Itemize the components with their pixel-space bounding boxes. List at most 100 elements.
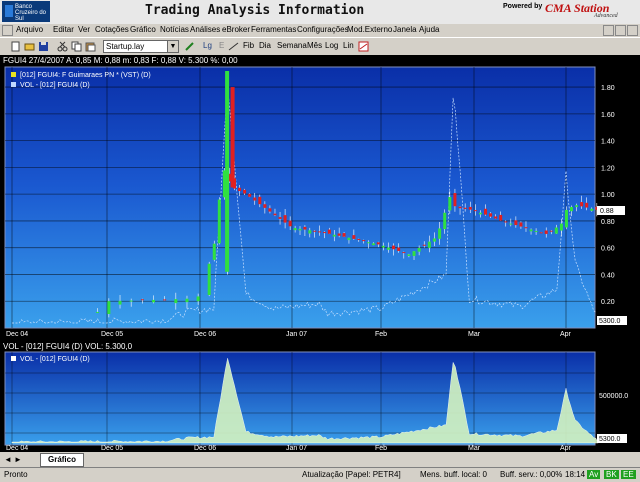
candle-body: [494, 216, 498, 219]
toolbar-log-button[interactable]: Log: [325, 41, 338, 50]
candle-body: [140, 299, 144, 301]
candle-body: [554, 227, 558, 234]
candle-body: [174, 299, 178, 304]
vol-lower-legend-swatch: [11, 356, 16, 361]
price-tick-label: 1.80: [601, 85, 615, 92]
candle-body: [96, 311, 99, 313]
menu-ebroker[interactable]: eBroker: [222, 25, 250, 34]
cut-icon[interactable]: [57, 41, 68, 52]
pencil-icon[interactable]: [184, 41, 195, 52]
candle-body: [185, 298, 189, 303]
candle-body: [293, 228, 297, 231]
layout-select-value: Startup.lay: [106, 42, 145, 51]
toolbar-dia-button[interactable]: Dia: [259, 41, 271, 50]
line-tool-icon[interactable]: [228, 41, 239, 52]
price-tick-label: 1.40: [601, 139, 615, 146]
paste-icon[interactable]: [85, 41, 96, 52]
new-file-icon[interactable]: [10, 41, 21, 52]
tab-scroll-right-icon[interactable]: ►: [14, 455, 22, 464]
menu-editar[interactable]: Editar: [53, 25, 74, 34]
candle-body: [118, 300, 122, 305]
status-flag-bk: BK: [604, 470, 619, 479]
time-tick-label: Feb: [375, 331, 387, 338]
status-flag-ee: EE: [621, 470, 636, 479]
status-ready: Pronto: [4, 470, 28, 479]
toolbar-semana-button[interactable]: Semana: [277, 41, 307, 50]
price-tick-label: 1.20: [601, 165, 615, 172]
candle-body: [332, 234, 336, 237]
candle-body: [352, 235, 356, 239]
candle-body: [268, 208, 272, 212]
candle-body: [278, 217, 282, 219]
time-tick-label: Mar: [468, 331, 481, 338]
toolbar-fib-button[interactable]: Fib: [243, 41, 254, 50]
menu-ver[interactable]: Ver: [78, 25, 90, 34]
menu-janela[interactable]: Janela: [393, 25, 417, 34]
candle-body: [217, 199, 221, 244]
tab-grafico[interactable]: Gráfico: [40, 453, 84, 467]
restore-icon[interactable]: [615, 25, 626, 36]
save-icon[interactable]: [38, 41, 49, 52]
menu-analises[interactable]: Análises: [190, 25, 220, 34]
candle-body: [362, 240, 366, 242]
spike-candle-red: [230, 87, 235, 188]
candle-body: [207, 263, 211, 296]
powered-by-label: Powered by: [503, 3, 543, 10]
price-legend-swatch: [11, 72, 16, 77]
toolbar-e-button[interactable]: E: [219, 41, 224, 50]
price-tick-label: 1.60: [601, 112, 615, 119]
candle-body: [473, 210, 477, 212]
spike-candle: [225, 71, 230, 272]
price-volume-chart[interactable]: 1.80 1.60 1.40 1.20 1.00 0.80 0.60 0.40 0.20 Dec…: [0, 55, 640, 452]
time-tick-label-lower: Jan 07: [286, 445, 307, 452]
minimize-icon[interactable]: [603, 25, 614, 36]
time-tick-label-lower: Apr: [560, 445, 572, 452]
candle-body: [427, 241, 431, 248]
candle-body: [342, 233, 346, 237]
chevron-down-icon[interactable]: ▼: [167, 41, 178, 52]
layout-select[interactable]: Startup.lay ▼: [103, 40, 179, 53]
menu-ferramentas[interactable]: Ferramentas: [251, 25, 296, 34]
menu-arquivo[interactable]: Arquivo: [16, 25, 43, 34]
tab-scroll-left-icon[interactable]: ◄: [4, 455, 12, 464]
candle-body: [438, 228, 442, 239]
menu-grafico[interactable]: Gráfico: [130, 25, 156, 34]
menu-ajuda[interactable]: Ajuda: [419, 25, 439, 34]
toolbar-mes-button[interactable]: Mês: [307, 41, 322, 50]
chart-settings-icon[interactable]: [358, 41, 369, 52]
menu-cotacoes[interactable]: Cotações: [95, 25, 129, 34]
candle-body: [463, 207, 467, 209]
status-update: Atualização [Papel: PETR4]: [302, 470, 401, 479]
candle-body: [273, 213, 277, 216]
copy-icon[interactable]: [71, 41, 82, 52]
menu-mod-externo[interactable]: Mod.Externo: [347, 25, 392, 34]
candle-body: [432, 238, 436, 242]
candle-body: [163, 299, 167, 301]
close-icon[interactable]: [627, 25, 638, 36]
menu-bar: Arquivo Editar Ver Cotações Gráfico Notí…: [0, 24, 640, 37]
candle-body: [381, 245, 385, 248]
candle-body: [212, 243, 216, 260]
candle-body: [258, 196, 262, 205]
candle-body: [519, 222, 523, 227]
open-folder-icon[interactable]: [24, 41, 35, 52]
status-bar: Pronto Atualização [Papel: PETR4] Mens. …: [0, 467, 640, 482]
toolbar-lin-button[interactable]: Lin: [343, 41, 354, 50]
time-tick-label-lower: Feb: [375, 445, 387, 452]
bank-logo: Banco Cruzeiro do Sul: [2, 1, 50, 22]
candle-body: [585, 202, 589, 208]
vol-lower-legend: VOL - [012] FGUI4 (D): [20, 356, 90, 363]
chart-window[interactable]: 1.80 1.60 1.40 1.20 1.00 0.80 0.60 0.40 0.20 Dec…: [0, 55, 640, 452]
candle-body: [386, 247, 390, 250]
menu-configuracoes[interactable]: Configurações: [297, 25, 349, 34]
price-tick-label: 0.80: [601, 219, 615, 226]
time-tick-label: Apr: [560, 331, 572, 338]
vol-tick-500k: 500000.0: [599, 393, 628, 400]
menu-noticias[interactable]: Notícias: [160, 25, 189, 34]
candle-body: [453, 193, 457, 207]
candle-body: [509, 223, 513, 225]
quote-info-line: FGUI4 27/4/2007 A: 0,85 M: 0,88 m: 0,83 …: [3, 56, 238, 65]
toolbar-lg-button[interactable]: Lg: [203, 41, 212, 50]
app-menu-icon[interactable]: [2, 25, 13, 36]
candle-body: [248, 193, 252, 197]
